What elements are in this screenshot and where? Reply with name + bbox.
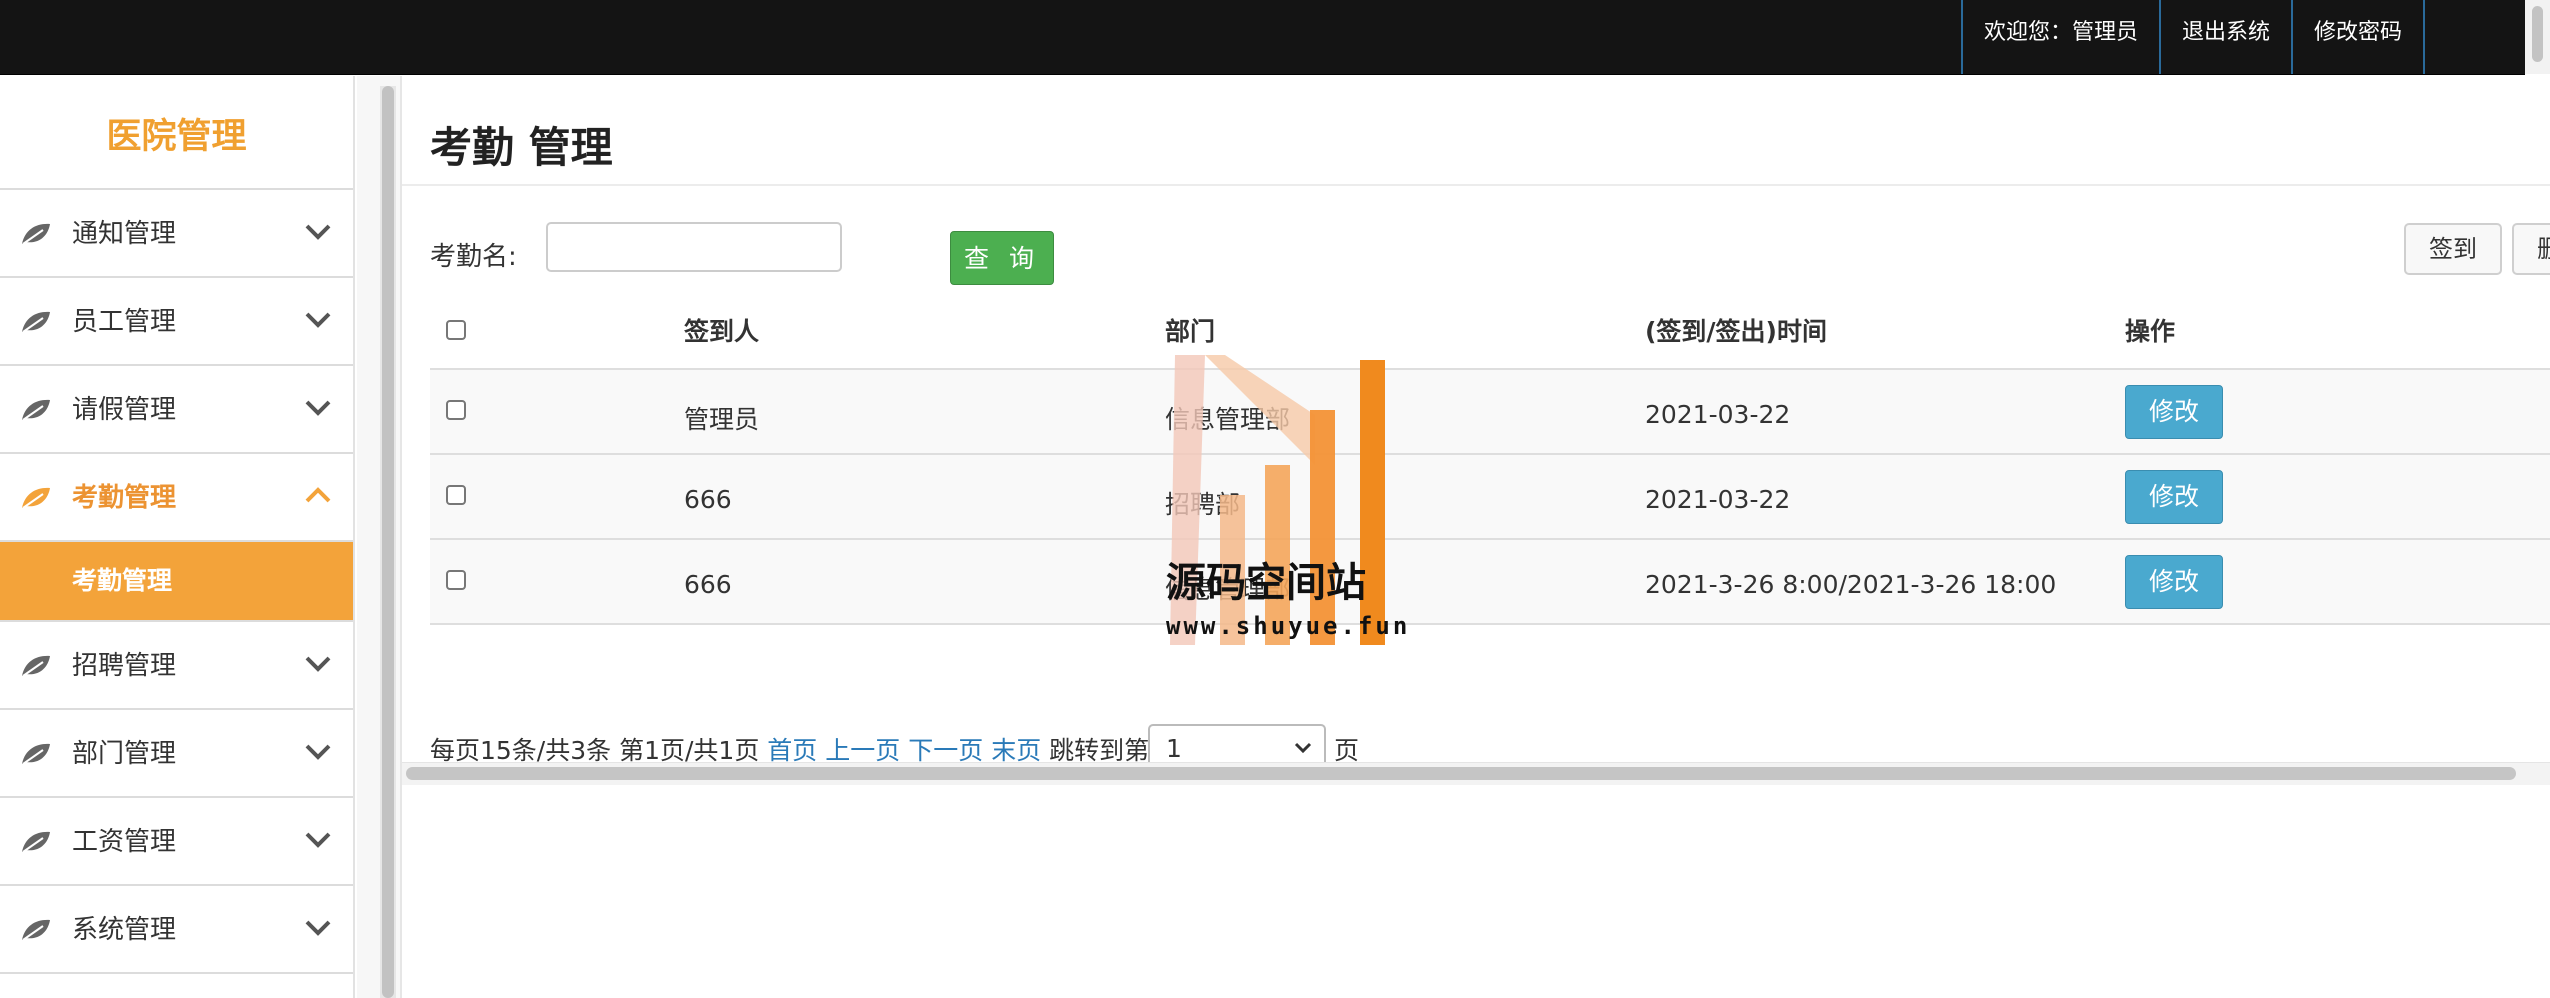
chevron-down-icon (305, 312, 331, 328)
sidebar-item-label: 部门管理 (72, 739, 177, 769)
pager-next-link[interactable]: 下一页 (908, 736, 983, 765)
change-password-link[interactable]: 修改密码 (2290, 0, 2425, 74)
sidebar-item-attendance[interactable]: 考勤管理 (0, 454, 353, 542)
search-label: 考勤名: (430, 242, 517, 272)
edit-button[interactable]: 修改 (2125, 555, 2223, 609)
col-header-person: 签到人 (684, 317, 760, 346)
watermark-title: 源码空间站 (1166, 560, 1366, 606)
col-header-dept: 部门 (1165, 317, 1216, 346)
attendance-table: 签到人 部门 (签到/签出)时间 操作 管理员 信息管理部 2021-03-22… (430, 286, 2550, 625)
table-row: 666 招聘部 2021-03-22 修改 (430, 455, 2550, 540)
title-divider (402, 184, 2550, 186)
sign-in-button[interactable]: 签到 (2404, 223, 2502, 275)
chevron-down-icon (305, 224, 331, 240)
sidebar-item-label: 考勤管理 (72, 483, 177, 513)
chevron-down-icon (305, 400, 331, 416)
horizontal-scrollbar-thumb[interactable] (406, 767, 2516, 780)
cell-person: 管理员 (684, 405, 760, 434)
pager-summary: 每页15条/共3条 第1页/共1页 (430, 736, 760, 765)
col-header-action: 操作 (2125, 317, 2176, 346)
chevron-up-icon (305, 487, 331, 503)
pager-prev-link[interactable]: 上一页 (825, 736, 900, 765)
chevron-down-icon (305, 920, 331, 936)
sidebar-item-label: 招聘管理 (72, 651, 177, 681)
submenu-item-label: 考勤管理 (72, 566, 173, 595)
watermark-url: www.shuyue.fun (1166, 612, 1411, 640)
page-title: 考勤 管理 (430, 123, 613, 172)
leaf-icon (22, 743, 50, 765)
cell-time: 2021-3-26 8:00/2021-3-26 18:00 (1645, 570, 2057, 599)
sidebar-item-staff[interactable]: 员工管理 (0, 278, 353, 366)
cell-person: 666 (684, 570, 732, 599)
sidebar-item-system[interactable]: 系统管理 (0, 886, 353, 974)
horizontal-scrollbar[interactable] (402, 762, 2550, 785)
row-checkbox[interactable] (446, 570, 466, 590)
table-row: 666 信息管理部 2021-3-26 8:00/2021-3-26 18:00… (430, 540, 2550, 625)
sidebar-item-department[interactable]: 部门管理 (0, 710, 353, 798)
leaf-icon (22, 223, 50, 245)
leaf-icon (22, 311, 50, 333)
pager-first-link[interactable]: 首页 (767, 736, 817, 765)
welcome-text: 欢迎您：管理员 (1960, 0, 2159, 74)
col-header-time: (签到/签出)时间 (1645, 317, 1827, 346)
leaf-icon (22, 919, 50, 941)
sidebar-item-label: 系统管理 (72, 915, 177, 945)
sidebar-item-label: 员工管理 (72, 307, 177, 337)
page-select-value: 1 (1166, 734, 1182, 763)
submenu-item-attendance[interactable]: 考勤管理 (0, 542, 353, 622)
sidebar-item-label: 工资管理 (72, 827, 177, 857)
sidebar-item-leave[interactable]: 请假管理 (0, 366, 353, 454)
cell-person: 666 (684, 485, 732, 514)
chevron-down-icon (305, 832, 331, 848)
cell-dept: 信息管理部 (1165, 405, 1291, 434)
cell-time: 2021-03-22 (1645, 400, 1791, 429)
sidebar-item-recruit[interactable]: 招聘管理 (0, 622, 353, 710)
chevron-down-icon (305, 656, 331, 672)
leaf-icon (22, 655, 50, 677)
sidebar-scrollbar[interactable] (357, 76, 400, 998)
row-checkbox[interactable] (446, 485, 466, 505)
sidebar-brand: 医院管理 (0, 76, 353, 190)
search-input[interactable] (546, 222, 842, 272)
pager-last-link[interactable]: 末页 (991, 736, 1041, 765)
leaf-icon (22, 487, 50, 509)
sidebar-scrollbar-track[interactable] (380, 86, 396, 998)
pager-jump-label: 跳转到第 (1049, 736, 1150, 765)
window-scrollbar-thumb[interactable] (2532, 6, 2543, 62)
leaf-icon (22, 831, 50, 853)
sidebar-item-label: 通知管理 (72, 219, 177, 249)
cell-dept: 招聘部 (1165, 490, 1241, 519)
chevron-down-icon (1294, 742, 1312, 754)
logout-link[interactable]: 退出系统 (2158, 0, 2291, 74)
sidebar-item-notice[interactable]: 通知管理 (0, 190, 353, 278)
top-nav: 欢迎您：管理员 退出系统 修改密码 (1960, 0, 2425, 74)
leaf-icon (22, 399, 50, 421)
table-header-row: 签到人 部门 (签到/签出)时间 操作 (430, 286, 2550, 370)
edit-button[interactable]: 修改 (2125, 385, 2223, 439)
edit-button[interactable]: 修改 (2125, 470, 2223, 524)
sidebar-item-label: 请假管理 (72, 395, 177, 425)
table-row: 管理员 信息管理部 2021-03-22 修改 (430, 370, 2550, 455)
cell-time: 2021-03-22 (1645, 485, 1791, 514)
window-scrollbar[interactable] (2525, 0, 2550, 74)
chevron-down-icon (305, 744, 331, 760)
sidebar-item-salary[interactable]: 工资管理 (0, 798, 353, 886)
top-navbar: 欢迎您：管理员 退出系统 修改密码 (0, 0, 2525, 75)
row-checkbox[interactable] (446, 400, 466, 420)
delete-button[interactable]: 删除 (2512, 223, 2550, 275)
main-content: 考勤 管理 考勤名: 查 询 签到 删除 签到人 部门 (签到/签出)时间 操作… (400, 76, 2550, 998)
select-all-checkbox[interactable] (446, 320, 466, 340)
sidebar: 医院管理 通知管理 员工管理 请假管理 考勤管理 考勤管理 招聘管理 部门管理 … (0, 76, 355, 998)
query-button[interactable]: 查 询 (950, 231, 1054, 285)
sidebar-scrollbar-thumb[interactable] (382, 86, 394, 998)
